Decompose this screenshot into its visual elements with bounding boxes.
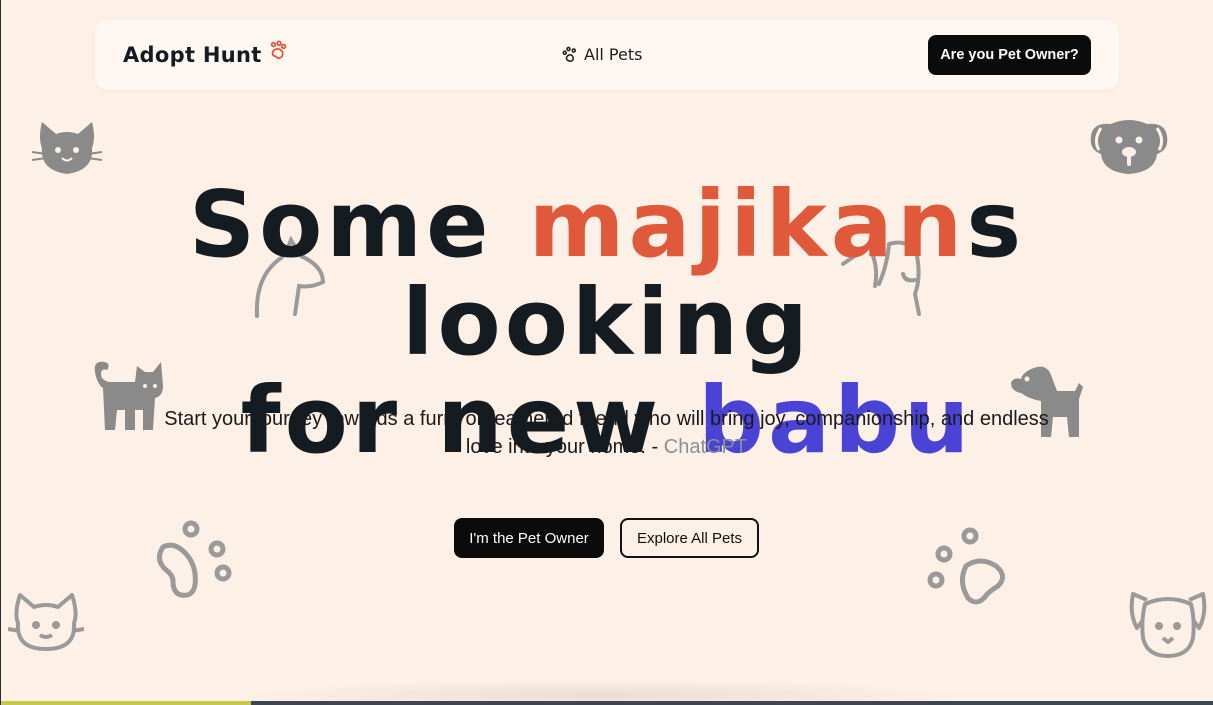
hero-subtitle: Start your journey towards a furry or fe… xyxy=(164,408,1049,458)
subtitle-credit: ChatGPT xyxy=(663,436,748,458)
explore-all-pets-button[interactable]: Explore All Pets xyxy=(620,518,759,558)
navbar: Adopt Hunt All Pets Are you Pet Owner? xyxy=(95,20,1119,90)
dog-face-icon xyxy=(1089,116,1169,176)
paw-icon xyxy=(562,46,576,62)
paw-outline-icon xyxy=(926,526,1008,606)
paw-outline-icon xyxy=(155,519,237,599)
brand-name: Adopt Hunt xyxy=(123,43,262,67)
hero-title-line1: Some majikans looking xyxy=(188,171,1026,376)
bottom-edge xyxy=(1,701,1213,705)
pet-owner-cta-button[interactable]: I'm the Pet Owner xyxy=(454,518,604,558)
dog-face-outline-icon xyxy=(1129,590,1207,660)
cat-face-outline-icon xyxy=(7,591,85,653)
cat-face-icon xyxy=(31,118,103,176)
nav-all-pets-label: All Pets xyxy=(584,45,643,64)
nav-all-pets-link[interactable]: All Pets xyxy=(561,45,642,64)
brand-logo[interactable]: Adopt Hunt xyxy=(123,40,290,67)
pet-owner-button[interactable]: Are you Pet Owner? xyxy=(928,35,1091,75)
paw-icon xyxy=(270,40,286,60)
hero-highlight-majikan: majikan xyxy=(528,171,967,278)
